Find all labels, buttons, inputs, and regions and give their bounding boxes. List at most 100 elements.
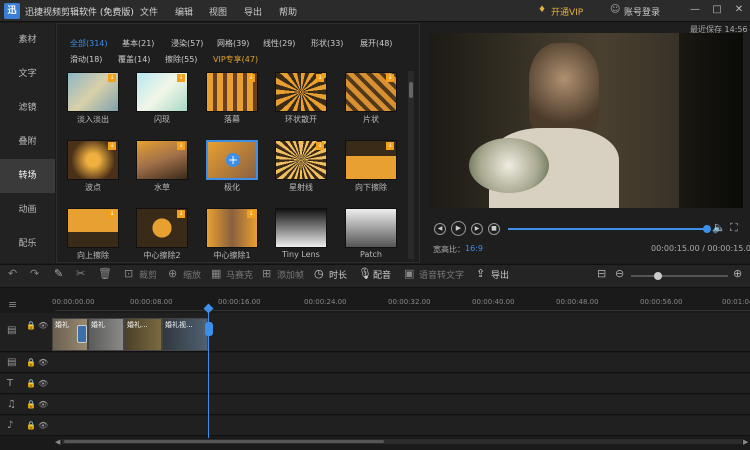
- effect-thumbnail[interactable]: ↓: [275, 72, 327, 112]
- login-button[interactable]: 账号登录: [624, 5, 660, 18]
- clip-trim-handle[interactable]: [205, 322, 213, 336]
- menu-edit[interactable]: 编辑: [175, 5, 193, 18]
- effect-thumbnail[interactable]: ↓: [67, 208, 119, 248]
- menu-file[interactable]: 文件: [140, 5, 158, 18]
- effect-thumbnail[interactable]: ↓: [136, 140, 188, 180]
- effect-thumbnail-selected[interactable]: +: [206, 140, 258, 180]
- zoom-slider[interactable]: [631, 275, 728, 277]
- tab-dye[interactable]: 浸染(57): [171, 38, 203, 49]
- lock-icon[interactable]: 🔒: [26, 358, 36, 367]
- sidebar-item-overlay[interactable]: 叠附: [0, 125, 55, 159]
- effects-scrollbar[interactable]: [408, 71, 414, 259]
- eye-icon[interactable]: 👁: [38, 379, 48, 388]
- speech-icon[interactable]: ▣: [404, 267, 414, 280]
- add-icon[interactable]: +: [226, 153, 240, 167]
- next-frame-icon[interactable]: ▶: [471, 223, 483, 235]
- scroll-left-icon[interactable]: ◀: [55, 438, 60, 446]
- effect-thumbnail[interactable]: ↓: [345, 72, 397, 112]
- lock-icon[interactable]: 🔒: [26, 321, 36, 330]
- effect-thumbnail[interactable]: ↓: [275, 140, 327, 180]
- menu-export[interactable]: 导出: [244, 5, 262, 18]
- export-button[interactable]: 导出: [491, 268, 509, 281]
- video-clip[interactable]: 婚礼: [52, 318, 88, 351]
- clock-icon[interactable]: ◷: [314, 267, 324, 280]
- eye-icon[interactable]: 👁: [38, 400, 48, 409]
- lock-icon[interactable]: 🔒: [26, 379, 36, 388]
- mic-icon[interactable]: 🎙: [358, 267, 372, 280]
- sidebar-item-media[interactable]: 素材: [0, 23, 55, 57]
- lock-icon[interactable]: 🔒: [26, 421, 36, 430]
- voice-track[interactable]: [52, 416, 750, 436]
- eye-icon[interactable]: 👁: [38, 358, 48, 367]
- tab-all[interactable]: 全部(314): [70, 38, 108, 49]
- effect-thumbnail[interactable]: ↓: [67, 140, 119, 180]
- aspect-ratio-value[interactable]: 16:9: [465, 244, 483, 253]
- sidebar-item-music[interactable]: 配乐: [0, 227, 55, 261]
- crop-button[interactable]: 裁剪: [139, 268, 157, 281]
- eye-icon[interactable]: 👁: [38, 421, 48, 430]
- tab-cover[interactable]: 覆盖(14): [118, 54, 150, 65]
- menu-help[interactable]: 帮助: [279, 5, 297, 18]
- tab-vip[interactable]: VIP专享(47): [213, 54, 258, 65]
- effect-thumbnail[interactable]: ↓: [206, 208, 258, 248]
- split-icon[interactable]: ✂: [76, 267, 85, 280]
- timeline-scrollbar-thumb[interactable]: [64, 440, 384, 443]
- effect-thumbnail[interactable]: [345, 208, 397, 248]
- effect-thumbnail[interactable]: [275, 208, 327, 248]
- zoom-tool-icon[interactable]: ⊕: [168, 267, 177, 280]
- lock-icon[interactable]: 🔒: [26, 400, 36, 409]
- redo-icon[interactable]: ↷: [30, 267, 39, 280]
- music-track[interactable]: [52, 395, 750, 415]
- play-icon[interactable]: ▶: [451, 221, 466, 236]
- dub-button[interactable]: 配音: [373, 268, 391, 281]
- minimize-icon[interactable]: —: [688, 3, 702, 17]
- sidebar-item-text[interactable]: 文字: [0, 57, 55, 91]
- freeze-icon[interactable]: ⊞: [262, 267, 271, 280]
- mosaic-button[interactable]: 马赛克: [226, 268, 253, 281]
- fit-icon[interactable]: ⊟: [597, 267, 606, 280]
- effect-thumbnail[interactable]: ↓: [206, 72, 258, 112]
- menu-view[interactable]: 视图: [209, 5, 227, 18]
- prev-frame-icon[interactable]: ◀: [434, 223, 446, 235]
- undo-icon[interactable]: ↶: [8, 267, 17, 280]
- tab-wipe[interactable]: 擦除(55): [165, 54, 197, 65]
- effect-thumbnail[interactable]: ↓: [67, 72, 119, 112]
- tab-shape[interactable]: 形状(33): [311, 38, 343, 49]
- fullscreen-icon[interactable]: ⛶: [730, 221, 738, 235]
- speech-to-text-button[interactable]: 语音转文字: [419, 268, 464, 281]
- tab-grid[interactable]: 网格(39): [217, 38, 249, 49]
- sidebar-item-transitions[interactable]: 转场: [0, 159, 55, 193]
- volume-icon[interactable]: 🔈: [712, 221, 726, 234]
- zoom-in-icon[interactable]: ⊕: [733, 267, 742, 280]
- zoom-out-icon[interactable]: ⊖: [615, 267, 624, 280]
- track-menu-icon[interactable]: ≡: [8, 298, 17, 311]
- clip-transition-icon[interactable]: [77, 325, 87, 343]
- scroll-right-icon[interactable]: ▶: [743, 438, 748, 446]
- maximize-icon[interactable]: □: [710, 3, 724, 17]
- effect-thumbnail[interactable]: ↓: [136, 208, 188, 248]
- sidebar-item-filters[interactable]: 滤镜: [0, 91, 55, 125]
- stop-icon[interactable]: ■: [488, 223, 500, 235]
- zoom-button[interactable]: 缩放: [183, 268, 201, 281]
- tab-linear[interactable]: 线性(29): [263, 38, 295, 49]
- eye-icon[interactable]: 👁: [38, 321, 48, 330]
- freeze-frame-button[interactable]: 添加帧: [277, 268, 304, 281]
- effect-thumbnail[interactable]: ↓: [136, 72, 188, 112]
- sidebar-item-animation[interactable]: 动画: [0, 193, 55, 227]
- tab-slide[interactable]: 滑动(18): [70, 54, 102, 65]
- tab-expand[interactable]: 展开(48): [360, 38, 392, 49]
- overlay-track[interactable]: [52, 353, 750, 373]
- video-clip[interactable]: 婚礼视...: [162, 318, 208, 351]
- progress-knob[interactable]: [703, 225, 711, 233]
- video-clip[interactable]: 婚礼: [88, 318, 124, 351]
- edit-icon[interactable]: ✎: [54, 267, 63, 280]
- export-icon[interactable]: ⇪: [476, 267, 485, 280]
- tab-basic[interactable]: 基本(21): [122, 38, 154, 49]
- video-clip[interactable]: 婚礼...: [124, 318, 162, 351]
- vip-button[interactable]: 开通VIP: [551, 5, 583, 18]
- close-icon[interactable]: ✕: [732, 3, 746, 17]
- crop-icon[interactable]: ⊡: [124, 267, 133, 280]
- video-preview[interactable]: [429, 33, 743, 208]
- mosaic-icon[interactable]: ▦: [211, 267, 221, 280]
- effects-scrollbar-thumb[interactable]: [409, 82, 413, 98]
